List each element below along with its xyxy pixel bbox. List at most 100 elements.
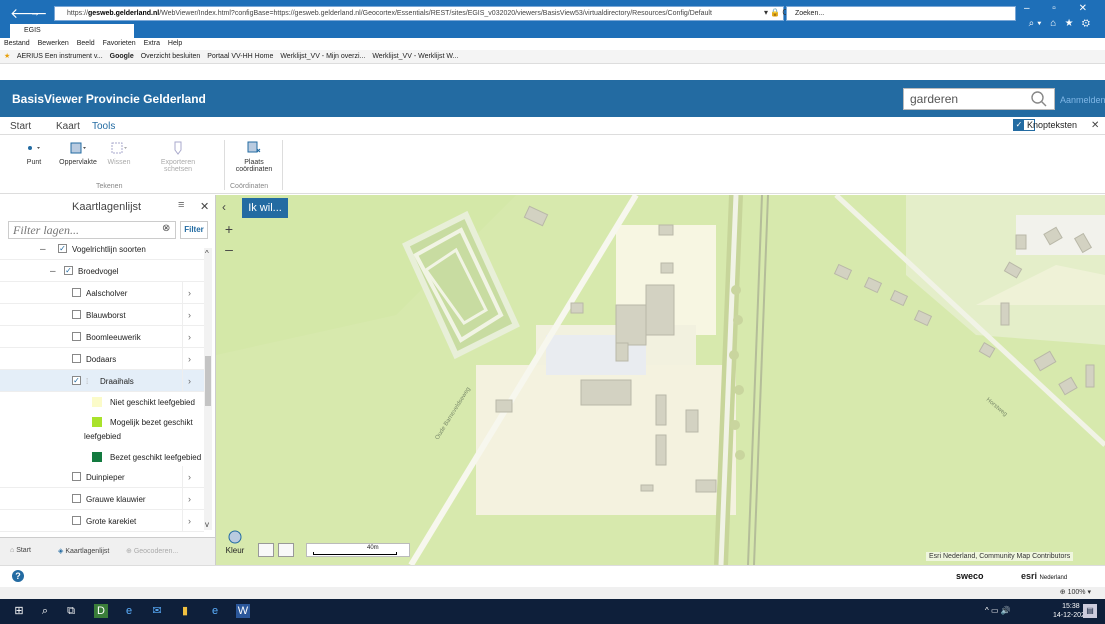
layer-row[interactable]: Dodaars › <box>0 348 204 370</box>
new-tab-button[interactable] <box>122 25 134 37</box>
favorite-werklijst-1[interactable]: Werklijst_VV - Mijn overzi... <box>280 53 365 60</box>
chevron-right-icon[interactable]: › <box>188 516 191 526</box>
favorite-portaal[interactable]: Portaal VV-HH Home <box>207 53 273 60</box>
task-view-icon[interactable]: ⧉ <box>64 604 78 618</box>
chevron-right-icon[interactable]: › <box>188 288 191 298</box>
layer-row[interactable]: – ✓ Vogelrichtlijn soorten <box>0 238 204 260</box>
notification-icon[interactable]: ▤ <box>1083 604 1097 618</box>
search-icon[interactable]: ⌕ <box>38 604 52 618</box>
layer-checkbox[interactable]: ✓ <box>64 266 73 275</box>
exporteren-tool[interactable]: Exporteren schetsen <box>158 140 198 173</box>
basemap-button[interactable] <box>258 543 274 557</box>
word-icon[interactable]: W <box>236 604 250 618</box>
address-bar-buttons[interactable]: ▾ 🔒 C <box>764 8 788 17</box>
favorite-overzicht[interactable]: Overzicht besluiten <box>141 53 201 60</box>
file-explorer-icon[interactable]: ▮ <box>178 604 192 618</box>
panel-menu-icon[interactable]: ≡ <box>178 199 184 211</box>
tab-start[interactable]: Start <box>10 121 31 132</box>
layer-label: Vogelrichtlijn soorten <box>72 245 146 254</box>
chevron-right-icon[interactable]: › <box>188 310 191 320</box>
browser-tools-icons[interactable]: ⌕▾ ⌂ ★ ⚙ <box>1029 18 1093 29</box>
layer-checkbox[interactable] <box>72 310 81 319</box>
layer-checkbox[interactable]: ✓ <box>72 376 81 385</box>
punt-tool[interactable]: Punt <box>20 140 48 166</box>
menu-bewerken[interactable]: Bewerken <box>38 40 69 47</box>
layer-checkbox[interactable] <box>72 472 81 481</box>
ribbon-close-icon[interactable]: ✕ <box>1091 120 1099 131</box>
layer-row[interactable]: – ✓ Broedvogel <box>0 260 204 282</box>
layer-row[interactable]: Duinpieper › <box>0 466 204 488</box>
favorite-werklijst-2[interactable]: Werklijst_VV - Werklijst W... <box>372 53 458 60</box>
scroll-down-icon[interactable]: v <box>205 520 209 529</box>
outlook-icon[interactable]: ✉ <box>150 604 164 618</box>
menu-favorieten[interactable]: Favorieten <box>103 40 136 47</box>
system-tray-icons[interactable]: ^ ▭ 🔊 <box>985 606 1011 615</box>
menu-extra[interactable]: Extra <box>144 40 160 47</box>
panel-tab-start[interactable]: ⌂ Start <box>10 547 31 554</box>
layer-checkbox[interactable] <box>72 516 81 525</box>
help-icon[interactable]: ? <box>12 570 24 582</box>
collapse-dash-icon[interactable]: – <box>50 266 56 277</box>
filter-button[interactable]: Filter <box>180 221 208 239</box>
layer-checkbox[interactable] <box>72 494 81 503</box>
chevron-right-icon[interactable]: › <box>188 376 191 386</box>
app-d-icon[interactable]: D <box>94 604 108 618</box>
forward-arrow-icon[interactable]: → <box>30 6 40 22</box>
browser-tab[interactable]: EGIS ✕ <box>10 24 134 38</box>
layer-row[interactable]: Aalscholver › <box>0 282 204 304</box>
chevron-right-icon[interactable]: › <box>188 472 191 482</box>
layer-row[interactable]: Grote karekiet › <box>0 510 204 532</box>
edge-icon[interactable]: e <box>122 604 136 618</box>
plaats-coordinaten-tool[interactable]: Plaats coördinaten <box>228 140 280 173</box>
login-link[interactable]: Aanmelden <box>1060 95 1105 105</box>
filter-clear-icon[interactable]: ⊗ <box>162 223 170 234</box>
panel-tab-kaartlagenlijst[interactable]: ◈ Kaartlagenlijst <box>58 547 109 555</box>
layer-checkbox[interactable] <box>72 288 81 297</box>
windows-start-icon[interactable]: ⊞ <box>12 604 26 618</box>
layer-row[interactable]: Grauwe klauwier › <box>0 488 204 510</box>
menu-bestand[interactable]: Bestand <box>4 40 30 47</box>
zoom-in-button[interactable]: + <box>220 220 238 238</box>
panel-title: Kaartlagenlijst <box>72 201 142 213</box>
tab-kaart[interactable]: Kaart <box>56 121 80 132</box>
ie-icon[interactable]: e <box>208 604 222 618</box>
collapse-panel-icon[interactable]: ‹ <box>222 200 226 214</box>
tab-tools[interactable]: Tools <box>92 121 115 132</box>
layer-row[interactable]: Blauwborst › <box>0 304 204 326</box>
panel-close-icon[interactable]: ✕ <box>200 200 209 213</box>
favorite-google[interactable]: Google <box>110 53 134 60</box>
chevron-right-icon[interactable]: › <box>188 494 191 504</box>
kleur-button[interactable]: Kleur <box>222 530 248 560</box>
zoom-out-button[interactable]: – <box>220 240 238 258</box>
layer-row-selected[interactable]: ✓ ⁞ Draaihals › <box>0 370 204 392</box>
layer-checkbox[interactable] <box>72 354 81 363</box>
url-path: /WebViewer/Index.html?configBase=https:/… <box>159 10 712 17</box>
menu-help[interactable]: Help <box>168 40 182 47</box>
filter-input[interactable] <box>8 221 176 239</box>
address-bar[interactable]: https://gesweb.gelderland.nl/WebViewer/I… <box>54 6 784 21</box>
favorite-star-icon: ★ <box>4 53 11 60</box>
layer-checkbox[interactable]: ✓ <box>58 244 67 253</box>
wissen-tool[interactable]: Wissen <box>104 140 134 166</box>
chevron-right-icon[interactable]: › <box>188 332 191 342</box>
scroll-up-icon[interactable]: ^ <box>205 249 209 258</box>
scale-bar: 40m <box>306 543 410 557</box>
chevron-right-icon[interactable]: › <box>188 354 191 364</box>
back-arrow-icon[interactable]: 🡐 <box>10 5 48 21</box>
browser-search-box[interactable]: Zoeken... <box>786 6 1016 21</box>
layer-scrollbar-thumb[interactable] <box>205 356 211 406</box>
layer-checkbox[interactable] <box>72 332 81 341</box>
map-view[interactable]: Oude Barneveldseweg Horstweg <box>216 195 1105 565</box>
window-controls[interactable]: – ▫ ✕ <box>1024 3 1097 14</box>
collapse-dash-icon[interactable]: – <box>40 244 46 255</box>
zoom-level[interactable]: 100% <box>1068 589 1086 596</box>
ik-wil-button[interactable]: Ik wil... <box>242 198 288 218</box>
panel-tab-geocoderen[interactable]: ⊕ Geocoderen... <box>126 547 178 555</box>
menu-beeld[interactable]: Beeld <box>77 40 95 47</box>
oppervlakte-tool[interactable]: Oppervlakte <box>58 140 98 166</box>
overview-button[interactable] <box>278 543 294 557</box>
layer-row[interactable]: Boomleeuwerik › <box>0 326 204 348</box>
search-icon[interactable] <box>1030 90 1048 108</box>
favorite-aerius[interactable]: AERIUS Een instrument v... <box>17 53 103 60</box>
row-divider <box>182 304 183 326</box>
